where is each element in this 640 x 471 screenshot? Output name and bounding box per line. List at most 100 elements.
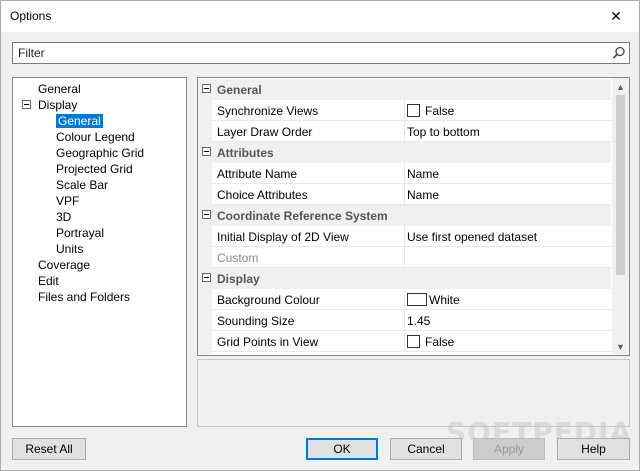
row-gutter	[198, 100, 212, 121]
property-row[interactable]: Custom	[198, 247, 611, 268]
property-value: False	[425, 104, 455, 118]
tree-item-edit[interactable]: Edit	[38, 273, 59, 289]
column-divider[interactable]	[404, 310, 405, 331]
property-grid: General Synchronize Views False Layer Draw …	[197, 77, 630, 356]
tree-item-3d[interactable]: 3D	[56, 209, 71, 225]
column-divider[interactable]	[404, 247, 405, 268]
row-gutter	[198, 247, 212, 268]
tree-item-colour-legend[interactable]: Colour Legend	[56, 129, 135, 145]
tree-item-label: Portrayal	[56, 226, 105, 240]
tree-item-label: VPF	[56, 194, 80, 208]
property-value[interactable]: 1.45	[407, 314, 430, 328]
color-swatch[interactable]	[407, 293, 427, 306]
property-name: Attribute Name	[217, 167, 298, 181]
category-label: General	[217, 83, 262, 97]
row-gutter	[198, 289, 212, 310]
property-row-partial[interactable]	[198, 352, 611, 355]
property-name: Choice Attributes	[217, 188, 308, 202]
property-name: Custom	[217, 251, 259, 265]
tree-item-general[interactable]: General	[38, 81, 81, 97]
column-divider[interactable]	[404, 331, 405, 352]
scroll-up-icon[interactable]: ▲	[612, 78, 629, 95]
options-dialog: Options ✕ General Display General Colour Le…	[0, 0, 640, 471]
scroll-down-icon[interactable]: ▼	[612, 338, 629, 355]
close-icon[interactable]: ✕	[593, 1, 639, 32]
property-row[interactable]: Grid Points in View False	[198, 331, 611, 352]
collapse-icon[interactable]	[202, 84, 211, 93]
tree-item-projected-grid[interactable]: Projected Grid	[56, 161, 133, 177]
cancel-button[interactable]: Cancel	[390, 438, 462, 460]
row-gutter	[198, 310, 212, 331]
search-icon[interactable]	[612, 46, 626, 60]
column-divider[interactable]	[404, 121, 405, 142]
property-value: White	[429, 293, 460, 307]
property-row[interactable]: Layer Draw Order Top to bottom	[198, 121, 611, 142]
tree-item-label: Display	[38, 98, 78, 112]
row-gutter	[198, 184, 212, 205]
tree-item-vpf[interactable]: VPF	[56, 193, 79, 209]
property-name: Sounding Size	[217, 314, 295, 328]
property-checkbox[interactable]	[407, 335, 420, 348]
property-row[interactable]: Choice Attributes Name	[198, 184, 611, 205]
tree-item-label: Units	[56, 242, 84, 256]
filter-input[interactable]	[13, 43, 603, 63]
reset-all-button[interactable]: Reset All	[12, 438, 86, 460]
column-divider[interactable]	[404, 163, 405, 184]
column-divider[interactable]	[404, 184, 405, 205]
collapse-icon[interactable]	[202, 210, 211, 219]
category-header[interactable]: Coordinate Reference System	[198, 205, 611, 226]
collapse-icon[interactable]	[22, 100, 31, 109]
property-name: Layer Draw Order	[217, 125, 313, 139]
property-name: Initial Display of 2D View	[217, 230, 349, 244]
property-row[interactable]: Initial Display of 2D View Use first open…	[198, 226, 611, 247]
ok-button[interactable]: OK	[306, 438, 378, 460]
tree-item-label: General	[38, 82, 81, 96]
property-value[interactable]: Use first opened dataset	[407, 230, 537, 244]
property-name: Grid Points in View	[217, 335, 319, 349]
row-gutter	[198, 331, 212, 352]
property-checkbox[interactable]	[407, 104, 420, 117]
window-title: Options	[10, 9, 52, 23]
tree-item-scale-bar[interactable]: Scale Bar	[56, 177, 108, 193]
tree-item-label: Geographic Grid	[56, 146, 145, 160]
tree-item-files-and-folders[interactable]: Files and Folders	[38, 289, 130, 305]
tree-item-geographic-grid[interactable]: Geographic Grid	[56, 145, 144, 161]
row-gutter	[198, 121, 212, 142]
collapse-icon[interactable]	[202, 147, 211, 156]
column-divider[interactable]	[404, 289, 405, 310]
property-grid-scrollbar[interactable]: ▲ ▼	[612, 78, 629, 355]
apply-button[interactable]: Apply	[473, 438, 545, 460]
help-button[interactable]: Help	[557, 438, 630, 460]
tree-item-label: 3D	[56, 210, 72, 224]
tree-item-units[interactable]: Units	[56, 241, 83, 257]
category-header[interactable]: Attributes	[198, 142, 611, 163]
tree-item-label: Coverage	[38, 258, 91, 272]
property-row[interactable]: Synchronize Views False	[198, 100, 611, 121]
tree-item-portrayal[interactable]: Portrayal	[56, 225, 104, 241]
scroll-thumb[interactable]	[616, 95, 625, 275]
column-divider[interactable]	[404, 100, 405, 121]
tree-item-label: General	[56, 114, 103, 128]
category-header[interactable]: General	[198, 79, 611, 100]
tree-item-display[interactable]: Display	[38, 97, 77, 113]
property-value[interactable]: Name	[407, 167, 439, 181]
tree-item-general[interactable]: General	[56, 113, 103, 129]
tree-item-label: Files and Folders	[38, 290, 131, 304]
collapse-icon[interactable]	[202, 273, 211, 282]
property-name: Background Colour	[217, 293, 320, 307]
property-value[interactable]: Top to bottom	[407, 125, 480, 139]
property-row[interactable]: Sounding Size 1.45	[198, 310, 611, 331]
property-value[interactable]: Name	[407, 188, 439, 202]
category-header[interactable]: Display	[198, 268, 611, 289]
property-row[interactable]: Background Colour White	[198, 289, 611, 310]
category-label: Coordinate Reference System	[217, 209, 388, 223]
row-gutter	[198, 226, 212, 247]
tree-item-label: Scale Bar	[56, 178, 109, 192]
tree-item-coverage[interactable]: Coverage	[38, 257, 90, 273]
title-bar: Options ✕	[1, 1, 639, 32]
column-divider[interactable]	[404, 226, 405, 247]
tree-item-label: Edit	[38, 274, 59, 288]
property-row[interactable]: Attribute Name Name	[198, 163, 611, 184]
filter-box	[12, 42, 630, 64]
row-gutter	[198, 352, 212, 355]
